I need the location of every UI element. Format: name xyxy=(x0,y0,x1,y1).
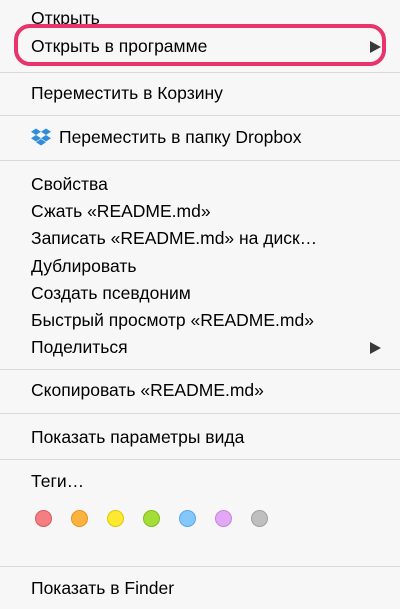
separator xyxy=(0,369,400,370)
menu-item-view-options[interactable]: Показать параметры вида xyxy=(0,424,400,450)
menu-item-label: Переместить в папку Dropbox xyxy=(59,127,302,147)
menu-item-label: Создать псевдоним xyxy=(31,283,191,303)
menu-item-tags[interactable]: Теги… xyxy=(0,468,400,494)
menu-item-duplicate[interactable]: Дублировать xyxy=(0,253,400,279)
menu-item-label: Записать «README.md» на диск… xyxy=(31,228,318,248)
tag-green[interactable] xyxy=(143,510,160,527)
separator xyxy=(0,160,400,161)
menu-item-label: Свойства xyxy=(31,174,108,194)
menu-item-label: Показать в Finder xyxy=(31,578,175,598)
separator xyxy=(0,459,400,460)
tag-color-row xyxy=(35,508,275,530)
menu-item-burn[interactable]: Записать «README.md» на диск… xyxy=(0,225,400,251)
menu-item-label: Быстрый просмотр «README.md» xyxy=(31,310,314,330)
menu-item-label: Теги… xyxy=(31,471,85,491)
tag-orange[interactable] xyxy=(71,510,88,527)
menu-item-label: Скопировать «README.md» xyxy=(31,380,264,400)
menu-item-show-in-finder[interactable]: Показать в Finder xyxy=(0,575,400,601)
menu-item-copy[interactable]: Скопировать «README.md» xyxy=(0,377,400,403)
menu-item-label: Дублировать xyxy=(31,256,137,276)
menu-item-move-to-trash[interactable]: Переместить в Корзину xyxy=(0,80,400,106)
tag-red[interactable] xyxy=(35,510,52,527)
highlight-ring xyxy=(14,24,386,66)
separator xyxy=(0,72,400,73)
menu-item-label: Показать параметры вида xyxy=(31,427,245,447)
menu-item-make-alias[interactable]: Создать псевдоним xyxy=(0,280,400,306)
menu-item-get-info[interactable]: Свойства xyxy=(0,171,400,197)
menu-item-compress[interactable]: Сжать «README.md» xyxy=(0,198,400,224)
tag-purple[interactable] xyxy=(215,510,232,527)
menu-item-label: Сжать «README.md» xyxy=(31,201,211,221)
tag-gray[interactable] xyxy=(251,510,268,527)
tag-blue[interactable] xyxy=(179,510,196,527)
menu-item-label: Поделиться xyxy=(31,337,128,357)
separator xyxy=(0,566,400,567)
tag-yellow[interactable] xyxy=(107,510,124,527)
menu-item-label: Переместить в Корзину xyxy=(31,83,223,103)
dropbox-icon xyxy=(31,128,51,146)
menu-item-share[interactable]: Поделиться xyxy=(0,334,400,360)
separator xyxy=(0,413,400,414)
menu-item-move-to-dropbox[interactable]: Переместить в папку Dropbox xyxy=(0,124,400,150)
menu-item-quick-look[interactable]: Быстрый просмотр «README.md» xyxy=(0,307,400,333)
context-menu: Открыть Открыть в программе Переместить … xyxy=(0,0,400,609)
separator xyxy=(0,115,400,116)
submenu-arrow-icon xyxy=(370,342,381,354)
